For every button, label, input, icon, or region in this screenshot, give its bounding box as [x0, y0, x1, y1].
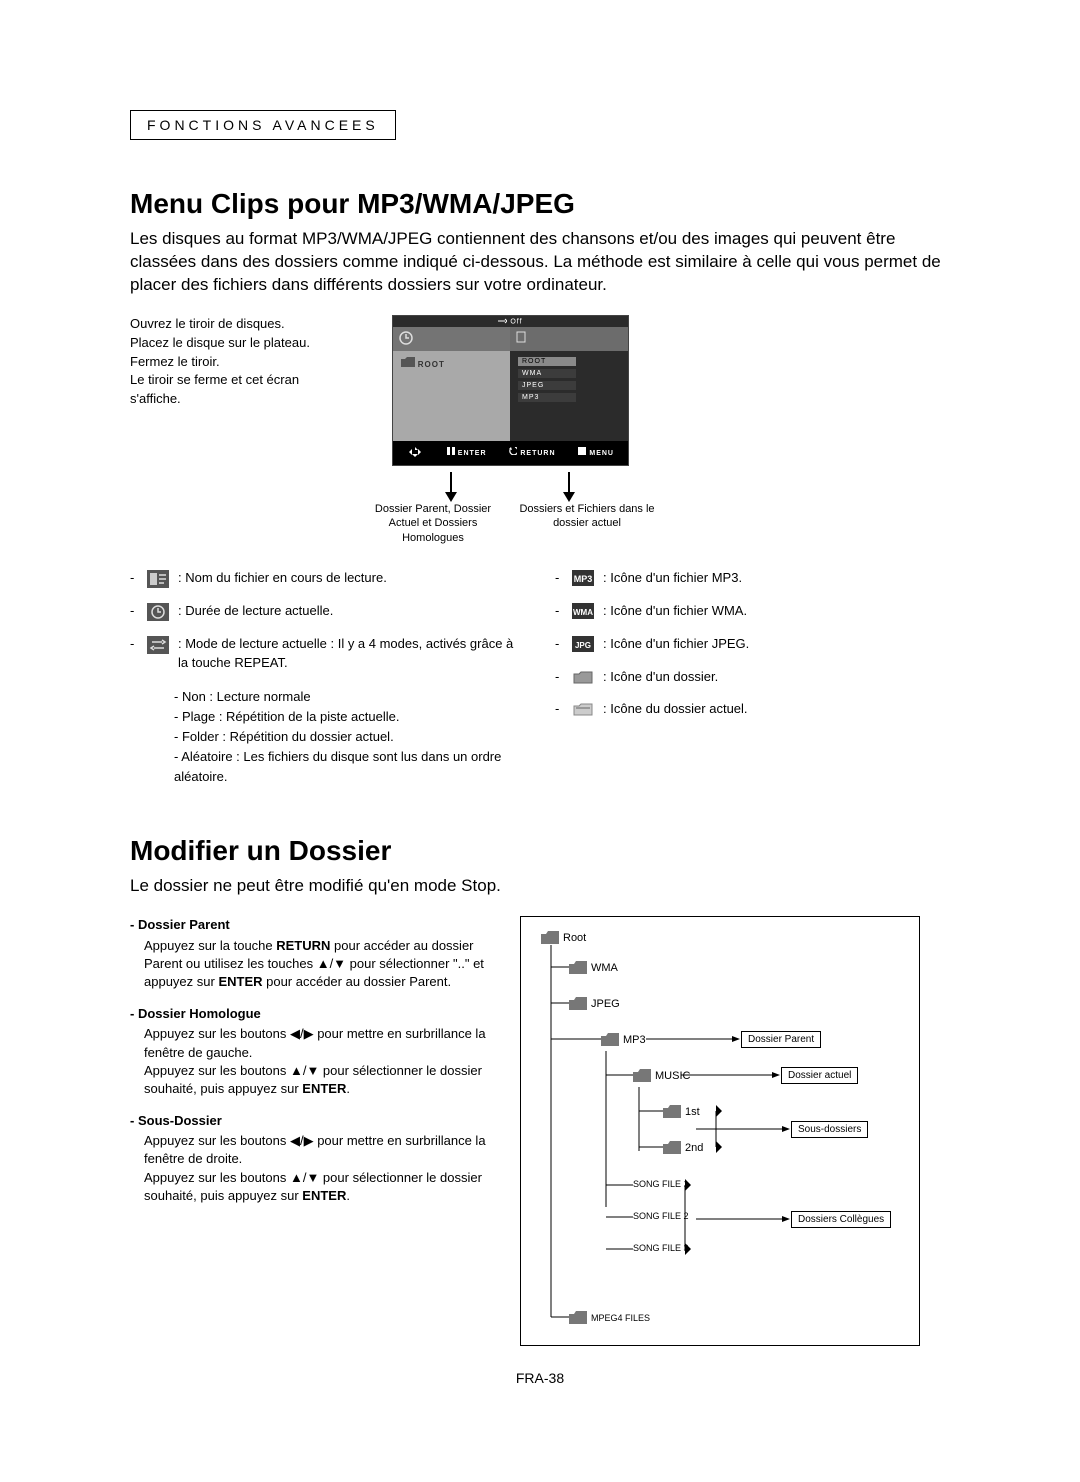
page-number: FRA-38 — [130, 1370, 950, 1386]
tree-mp3: MP3 — [623, 1034, 646, 1046]
tree-root: Root — [563, 932, 586, 944]
ss-off-label: Off — [510, 318, 522, 325]
folder-icon — [663, 1141, 681, 1154]
mode-random: Aléatoire : Les fichiers du disque sont … — [174, 747, 525, 787]
tree-mpeg4: MPEG4 FILES — [591, 1313, 650, 1323]
folder-icon — [663, 1105, 681, 1118]
ss-return: RETURN — [520, 450, 555, 457]
folder-icon — [571, 668, 595, 685]
heading-modify: Modifier un Dossier — [130, 835, 950, 867]
ss-enter: ENTER — [458, 450, 487, 457]
svg-text:JPG: JPG — [575, 641, 591, 650]
folder-icon — [633, 1069, 651, 1082]
legend-current-folder: : Icône du dossier actuel. — [603, 700, 950, 719]
block-title: Dossier Parent — [130, 916, 500, 934]
lbl-current: Dossier actuel — [781, 1067, 858, 1084]
legend-jpeg: : Icône d'un fichier JPEG. — [603, 635, 950, 654]
block-title: Sous-Dossier — [130, 1112, 500, 1130]
root-folder-icon — [401, 357, 415, 367]
folder-icon — [541, 931, 559, 944]
folder-tree-diagram: Root WMA JPEG MP3 MUSIC 1st — [520, 916, 920, 1346]
repeat-small-icon — [497, 318, 507, 325]
ss-right-wma: WMA — [518, 369, 576, 378]
legend-folder: : Icône d'un dossier. — [603, 668, 950, 687]
tree-song2: SONG FILE 2 — [633, 1211, 689, 1221]
block-title: Dossier Homologue — [130, 1005, 500, 1023]
ss-menu: MENU — [589, 450, 614, 457]
ss-left-root: ROOT — [418, 360, 445, 369]
wma-icon: WMA — [571, 602, 595, 619]
intro-paragraph: Les disques au format MP3/WMA/JPEG conti… — [130, 228, 950, 297]
tree-jpeg: JPEG — [591, 998, 620, 1010]
lbl-sub: Sous-dossiers — [791, 1121, 868, 1138]
legend-mp3: : Icône d'un fichier MP3. — [603, 569, 950, 588]
block-body: Appuyez sur les boutons ◀/▶ pour mettre … — [144, 1132, 500, 1205]
lbl-peers: Dossiers Collègues — [791, 1211, 891, 1228]
svg-text:WMA: WMA — [573, 608, 593, 617]
return-icon — [509, 447, 517, 455]
tree-song3: SONG FILE 3 — [633, 1243, 689, 1253]
folder-icon — [569, 961, 587, 974]
tree-2nd: 2nd — [685, 1142, 703, 1154]
svg-text:MP3: MP3 — [574, 574, 593, 584]
modify-instructions: Dossier Parent Appuyez sur la touche RETU… — [130, 916, 500, 1219]
block-body: Appuyez sur la touche RETURN pour accéde… — [144, 937, 500, 992]
clock-icon — [146, 602, 170, 621]
caption-right: Dossiers et Fichiers dans le dossier act… — [517, 502, 657, 545]
heading-clips: Menu Clips pour MP3/WMA/JPEG — [130, 188, 950, 220]
caption-left: Dossier Parent, Dossier Actuel et Dossie… — [363, 502, 503, 545]
lbl-parent: Dossier Parent — [741, 1031, 821, 1048]
legend-playmode: : Mode de lecture actuelle : Il y a 4 mo… — [178, 635, 525, 673]
folder-icon — [569, 1311, 587, 1324]
section-tag: Fonctions Avancees — [130, 110, 396, 140]
file-small-icon — [516, 331, 526, 343]
ss-right-jpeg: JPEG — [518, 381, 576, 390]
clock-small-icon — [399, 331, 413, 345]
mode-non: Non : Lecture normale — [174, 687, 525, 707]
mode-folder: Folder : Répétition du dossier actuel. — [174, 727, 525, 747]
legend-duration: : Durée de lecture actuelle. — [178, 602, 525, 621]
arrow-down-icon — [444, 472, 458, 502]
tree-song1: SONG FILE 1 — [633, 1179, 689, 1189]
instruction-text: Ouvrez le tiroir de disques.Placez le di… — [130, 315, 330, 409]
tree-wma: WMA — [591, 962, 618, 974]
folder-icon — [601, 1033, 619, 1046]
legend-filename: : Nom du fichier en cours de lecture. — [178, 569, 525, 588]
current-folder-icon — [571, 700, 595, 717]
tree-1st: 1st — [685, 1106, 700, 1118]
folder-icon — [569, 997, 587, 1010]
modify-intro: Le dossier ne peut être modifié qu'en mo… — [130, 875, 950, 898]
ss-right-root: ROOT — [518, 357, 576, 366]
file-playing-icon — [146, 569, 170, 588]
pause-icon — [447, 447, 455, 455]
mode-plage: Plage : Répétition de la piste actuelle. — [174, 707, 525, 727]
block-body: Appuyez sur les boutons ◀/▶ pour mettre … — [144, 1025, 500, 1098]
legend-wma: : Icône d'un fichier WMA. — [603, 602, 950, 621]
ss-right-mp3: MP3 — [518, 393, 576, 402]
arrow-down-icon — [562, 472, 576, 502]
ui-screenshot: Off ROOT ROOT — [392, 315, 629, 466]
tree-music: MUSIC — [655, 1070, 690, 1082]
menu-icon — [578, 447, 586, 455]
mp3-icon: MP3 — [571, 569, 595, 586]
jpeg-icon: JPG — [571, 635, 595, 652]
repeat-icon — [146, 635, 170, 654]
nav-arrows-icon — [406, 447, 424, 459]
